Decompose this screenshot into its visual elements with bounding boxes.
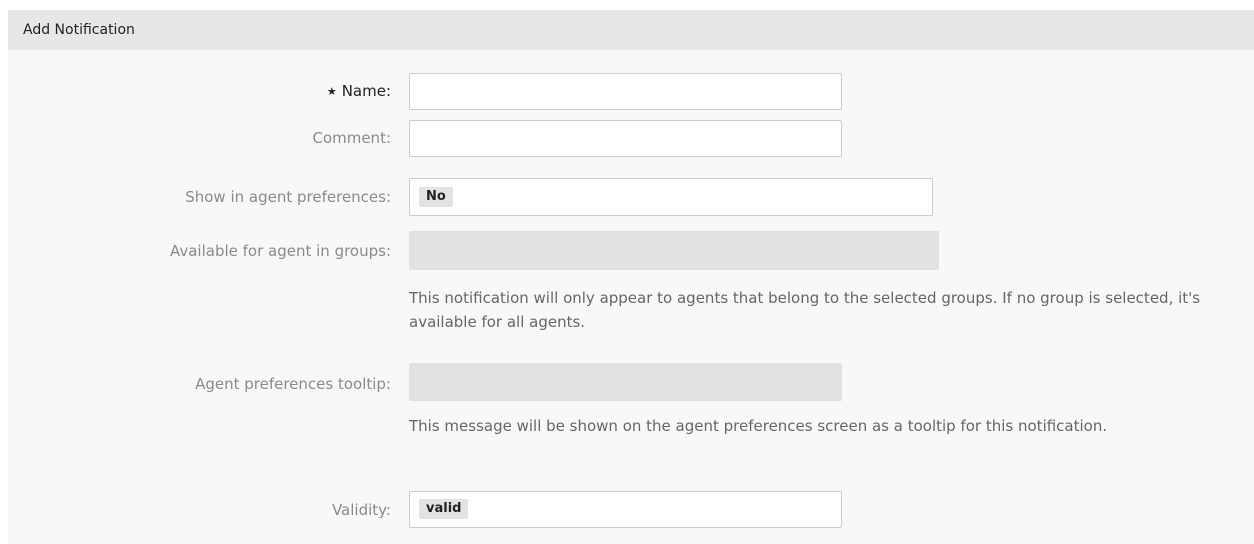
name-input[interactable] [409, 73, 842, 110]
available-for-agent-in-groups-help: This notification will only appear to ag… [409, 289, 1201, 331]
required-star-icon: ★ [326, 85, 337, 98]
agent-preferences-tooltip-help: This message will be shown on the agent … [409, 417, 1108, 435]
name-label-text: Name: [341, 82, 391, 100]
comment-label: Comment: [312, 129, 391, 147]
show-in-agent-preferences-label: Show in agent preferences: [185, 188, 391, 206]
validity-selected: valid [419, 499, 469, 519]
panel-title: Add Notification [8, 10, 1254, 50]
add-notification-panel: Add Notification ★ Name: Comment: Show in… [8, 10, 1254, 544]
comment-input[interactable] [409, 120, 842, 157]
available-for-agent-in-groups-select[interactable] [409, 231, 939, 270]
agent-preferences-tooltip-label: Agent preferences tooltip: [195, 375, 391, 393]
show-in-agent-preferences-select[interactable]: No [409, 178, 933, 216]
show-in-agent-preferences-selected: No [419, 187, 453, 207]
agent-preferences-tooltip-input[interactable] [409, 363, 842, 401]
validity-select[interactable]: valid [409, 491, 842, 528]
validity-label: Validity: [331, 501, 391, 519]
name-label: ★ Name: [327, 82, 391, 100]
available-for-agent-in-groups-label: Available for agent in groups: [169, 242, 391, 260]
